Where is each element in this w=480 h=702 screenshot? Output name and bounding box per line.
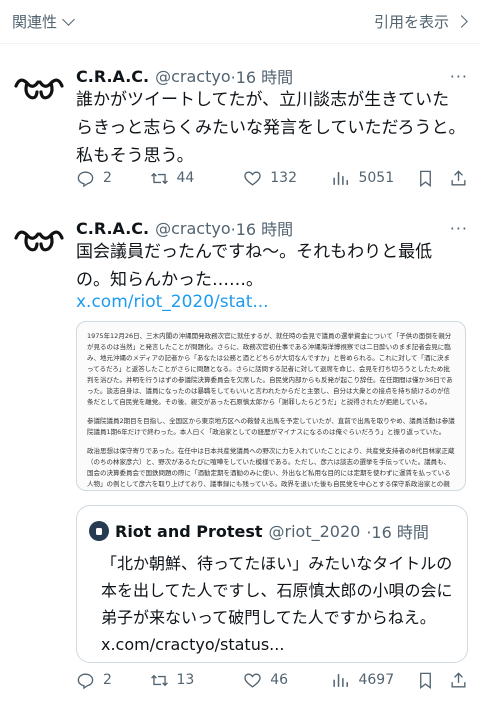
share-icon[interactable] xyxy=(449,671,468,690)
attached-paragraph: 1975年12月26日、三木内閣の沖縄開発政務次官に就任するが、就任時の会見で議… xyxy=(87,332,453,406)
view-quotes-link[interactable]: 引用を表示 xyxy=(373,11,468,32)
tweet-text: 誰かがツイートしてたが、立川談志が生きていたらきっと志らくみたいな発言をしていた… xyxy=(76,90,466,166)
view-count: 5051 xyxy=(358,170,395,186)
fist-icon xyxy=(96,528,102,535)
quoted-tweet[interactable]: Riot and Protest @riot_2020 ·16 時間 「北か朝鮮… xyxy=(76,505,468,663)
tweet-text: 国会議員だったんですね〜。それもわりと最低の。知らんかった……。 xyxy=(76,242,433,290)
quote-body: 「北か朝鮮、待ってたほい」みたいなタイトルの本を出してた人ですし、石原慎太郎の小… xyxy=(101,554,453,627)
sort-dropdown[interactable]: 関連性 xyxy=(12,11,75,32)
more-options-icon[interactable]: ··· xyxy=(450,67,468,86)
bookmark-icon[interactable] xyxy=(416,169,435,188)
like-count: 46 xyxy=(270,672,289,688)
tweet-actions: 2 44 132 5051 xyxy=(76,166,468,190)
tweet-time[interactable]: ·16 時間 xyxy=(231,216,294,240)
tweet-link[interactable]: x.com/riot_2020/stat... xyxy=(76,288,466,316)
tweet-header: C.R.A.C. @cractyo ·16 時間 ··· xyxy=(76,64,468,88)
avatar-crac[interactable] xyxy=(10,214,68,272)
tweet-2[interactable]: C.R.A.C. @cractyo ·16 時間 ··· 国会議員だったんですね… xyxy=(0,200,480,702)
chevron-right-icon xyxy=(455,15,468,28)
attached-image[interactable]: 1975年12月26日、三木内閣の沖縄開発政務次官に就任するが、就任時の会見で議… xyxy=(76,321,466,491)
views-icon xyxy=(333,673,349,687)
reply-icon xyxy=(77,170,94,187)
avatar-crac[interactable] xyxy=(10,62,68,120)
like-button[interactable]: 46 xyxy=(243,671,331,690)
view-count: 4697 xyxy=(358,672,395,688)
user-handle[interactable]: @cractyo xyxy=(155,67,231,86)
reply-count: 2 xyxy=(103,672,112,688)
tweet-header: C.R.A.C. @cractyo ·16 時間 ··· xyxy=(76,216,468,240)
user-handle[interactable]: @cractyo xyxy=(155,219,231,238)
retweet-icon xyxy=(150,172,168,184)
display-name[interactable]: C.R.A.C. xyxy=(76,219,149,238)
tweet-1[interactable]: C.R.A.C. @cractyo ·16 時間 ··· 誰かがツイートしてたが… xyxy=(0,52,480,200)
bookmark-icon[interactable] xyxy=(416,671,435,690)
views-button[interactable]: 4697 xyxy=(331,671,416,690)
quote-header: Riot and Protest @riot_2020 ·16 時間 xyxy=(89,519,429,543)
reply-sort-bar: 関連性 引用を表示 xyxy=(0,0,480,44)
more-options-icon[interactable]: ··· xyxy=(450,219,468,238)
quote-handle: @riot_2020 xyxy=(268,521,361,541)
bookmark-share-group xyxy=(416,671,468,690)
view-quotes-label: 引用を表示 xyxy=(373,13,449,31)
heart-icon xyxy=(244,672,261,688)
quote-time: ·16 時間 xyxy=(366,523,429,542)
quote-text: 「北か朝鮮、待ってたほい」みたいなタイトルの本を出してた人ですし、石原慎太郎の小… xyxy=(101,550,455,658)
share-icon[interactable] xyxy=(449,169,468,188)
reply-icon xyxy=(77,672,94,689)
views-icon xyxy=(333,171,349,185)
reply-count: 2 xyxy=(103,170,112,186)
like-button[interactable]: 132 xyxy=(243,169,331,188)
quote-display-name: Riot and Protest xyxy=(115,521,263,541)
reply-button[interactable]: 2 xyxy=(76,671,150,690)
sort-label: 関連性 xyxy=(12,13,58,31)
attached-paragraph: 政治思想は保守寄りであった。在任中は日本共産党議員への野次に力を入れていたことに… xyxy=(87,447,455,488)
retweet-count: 44 xyxy=(176,170,195,186)
retweet-count: 13 xyxy=(176,672,195,688)
retweet-button[interactable]: 44 xyxy=(150,169,244,188)
quote-avatar xyxy=(89,521,109,541)
bookmark-share-group xyxy=(416,169,468,188)
tweet-time[interactable]: ·16 時間 xyxy=(231,64,294,88)
tweet-actions: 2 13 46 4697 xyxy=(76,668,468,692)
like-count: 132 xyxy=(270,170,297,186)
reply-button[interactable]: 2 xyxy=(76,169,150,188)
quote-link[interactable]: x.com/cractyo/status... xyxy=(101,635,284,654)
attached-paragraph: 参議院議員2期目を目指し、全国区から東京地方区への鞍替え出馬を予定していたが、直… xyxy=(87,417,455,436)
retweet-icon xyxy=(150,674,168,686)
views-button[interactable]: 5051 xyxy=(331,169,416,188)
heart-icon xyxy=(244,170,261,186)
retweet-button[interactable]: 13 xyxy=(150,671,244,690)
chevron-down-icon xyxy=(62,13,75,26)
display-name[interactable]: C.R.A.C. xyxy=(76,67,149,86)
